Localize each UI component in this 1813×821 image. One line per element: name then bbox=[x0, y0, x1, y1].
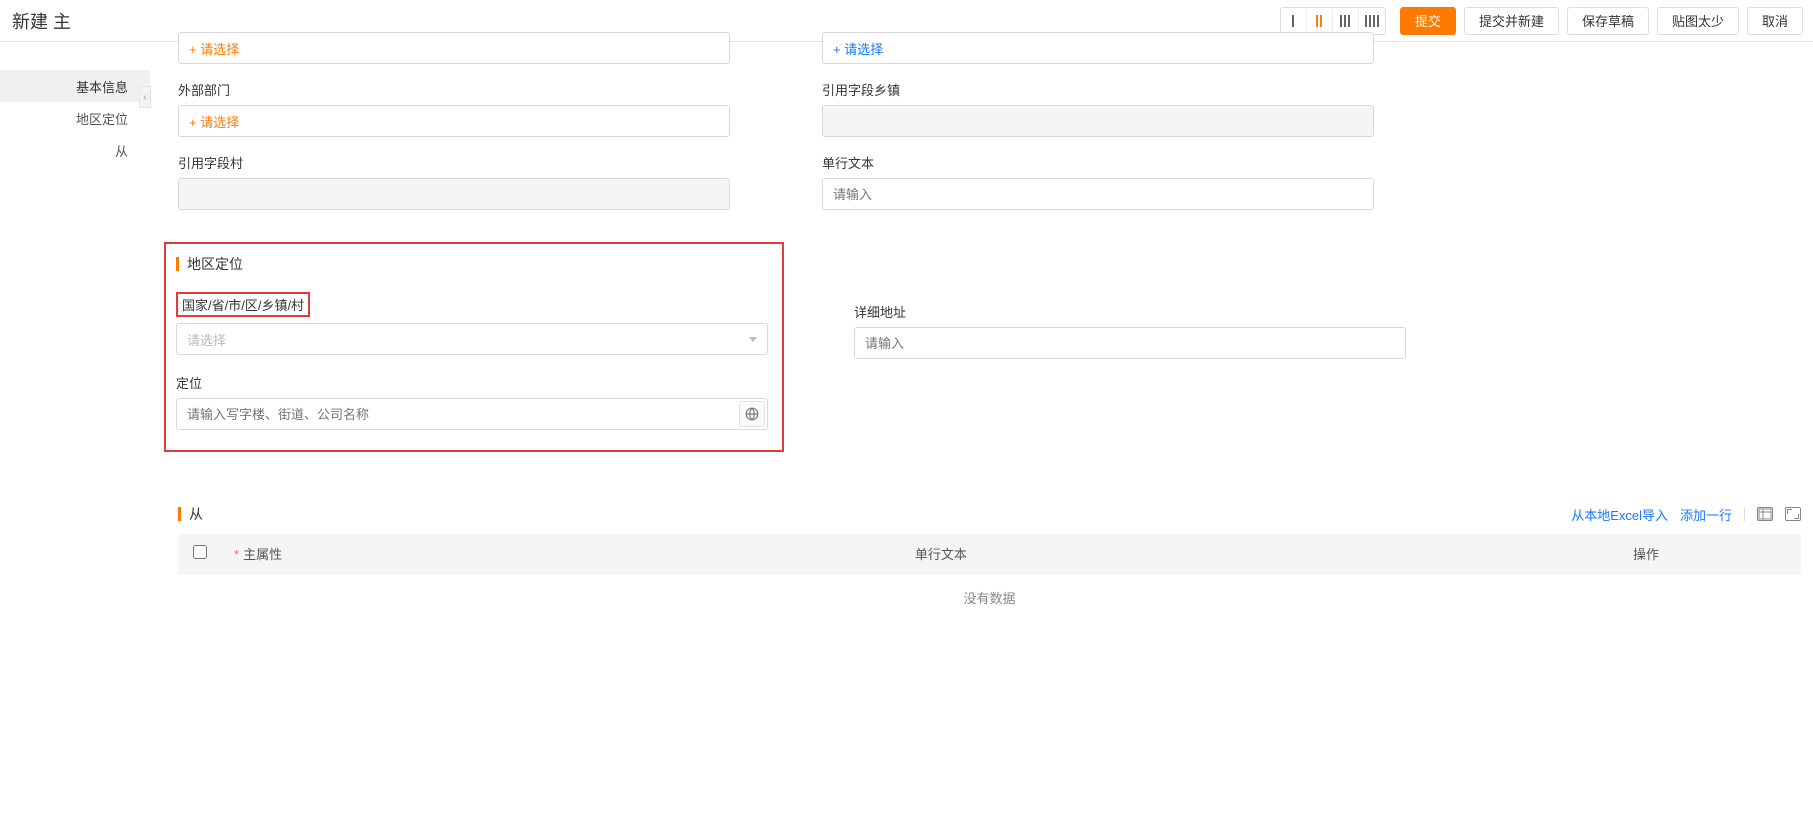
region-highlight-box: 地区定位 国家/省/市/区/乡镇/村 请选择 定位 bbox=[164, 242, 784, 452]
layout-1col-icon[interactable] bbox=[1281, 8, 1307, 34]
cascade-label: 国家/省/市/区/乡镇/村 bbox=[182, 298, 304, 313]
ref-town-field bbox=[822, 105, 1374, 137]
table-empty-row: 没有数据 bbox=[178, 574, 1801, 622]
subtable: *主属性 单行文本 操作 没有数据 bbox=[178, 534, 1801, 621]
table-header-row: *主属性 单行文本 操作 bbox=[178, 534, 1801, 574]
assist-owner-select[interactable]: + 请选择 bbox=[822, 32, 1374, 64]
chevron-down-icon bbox=[749, 337, 757, 342]
ref-village-label: 引用字段村 bbox=[178, 153, 730, 172]
single-text-input[interactable] bbox=[822, 178, 1374, 210]
sidebar-item-sub[interactable]: 从 bbox=[0, 134, 150, 166]
layout-4col-icon[interactable] bbox=[1359, 8, 1385, 34]
owner-select[interactable]: + 请选择 bbox=[178, 32, 730, 64]
ext-dept-label: 外部部门 bbox=[178, 80, 730, 99]
select-all-checkbox[interactable] bbox=[193, 545, 207, 559]
submit-and-new-button[interactable]: 提交并新建 bbox=[1464, 7, 1559, 35]
ref-town-label: 引用字段乡镇 bbox=[822, 80, 1374, 99]
submit-button[interactable]: 提交 bbox=[1400, 7, 1456, 35]
globe-icon[interactable] bbox=[739, 401, 765, 427]
cascade-label-highlight: 国家/省/市/区/乡镇/村 bbox=[176, 292, 310, 317]
select-placeholder: + 请选择 bbox=[189, 39, 239, 58]
sidebar-item-label: 基本信息 bbox=[76, 77, 128, 96]
ref-village-field bbox=[178, 178, 730, 210]
divider bbox=[1744, 507, 1745, 521]
fullscreen-icon[interactable] bbox=[1785, 507, 1801, 521]
detail-address-label: 详细地址 bbox=[854, 302, 1406, 321]
column-layout-toggle bbox=[1280, 7, 1386, 35]
select-placeholder: 请选择 bbox=[187, 330, 226, 349]
cancel-button[interactable]: 取消 bbox=[1747, 7, 1803, 35]
col-single-text: 单行文本 bbox=[903, 534, 1621, 574]
layout-2col-icon[interactable] bbox=[1307, 8, 1333, 34]
select-placeholder: + 请选择 bbox=[189, 112, 239, 131]
empty-text: 没有数据 bbox=[178, 574, 1801, 622]
sidebar-item-label: 从 bbox=[115, 141, 128, 160]
location-input[interactable] bbox=[176, 398, 768, 430]
main-content: + 请选择 + 请选择 外部部门 + 请选择 引用字段乡镇 bbox=[150, 42, 1813, 661]
sidebar-item-label: 地区定位 bbox=[76, 109, 128, 128]
save-draft-button[interactable]: 保存草稿 bbox=[1567, 7, 1649, 35]
single-text-label: 单行文本 bbox=[822, 153, 1374, 172]
col-main-attr: *主属性 bbox=[222, 534, 903, 574]
col-operation: 操作 bbox=[1621, 534, 1801, 574]
ext-dept-select[interactable]: + 请选择 bbox=[178, 105, 730, 137]
location-label: 定位 bbox=[176, 373, 768, 392]
sidebar-item-region[interactable]: 地区定位 bbox=[0, 102, 150, 134]
top-actions: 提交 提交并新建 保存草稿 贴图太少 取消 bbox=[1280, 7, 1803, 35]
region-section-heading: 地区定位 bbox=[176, 254, 768, 274]
layout-3col-icon[interactable] bbox=[1333, 8, 1359, 34]
select-placeholder: + 请选择 bbox=[833, 39, 883, 58]
sidebar: 基本信息 ‹ 地区定位 从 bbox=[0, 42, 150, 661]
sidebar-item-basic[interactable]: 基本信息 bbox=[0, 70, 150, 102]
import-excel-link[interactable]: 从本地Excel导入 bbox=[1571, 505, 1668, 524]
page-title: 新建 主 bbox=[10, 8, 71, 34]
subtable-section-heading: 从 bbox=[178, 504, 203, 524]
table-settings-icon[interactable] bbox=[1757, 507, 1773, 521]
add-row-link[interactable]: 添加一行 bbox=[1680, 505, 1732, 524]
sidebar-collapse-icon[interactable]: ‹ bbox=[139, 86, 151, 108]
detail-address-input[interactable] bbox=[854, 327, 1406, 359]
subtable-actions: 从本地Excel导入 添加一行 bbox=[1571, 505, 1801, 524]
region-cascade-select[interactable]: 请选择 bbox=[176, 323, 768, 355]
paste-image-button[interactable]: 贴图太少 bbox=[1657, 7, 1739, 35]
